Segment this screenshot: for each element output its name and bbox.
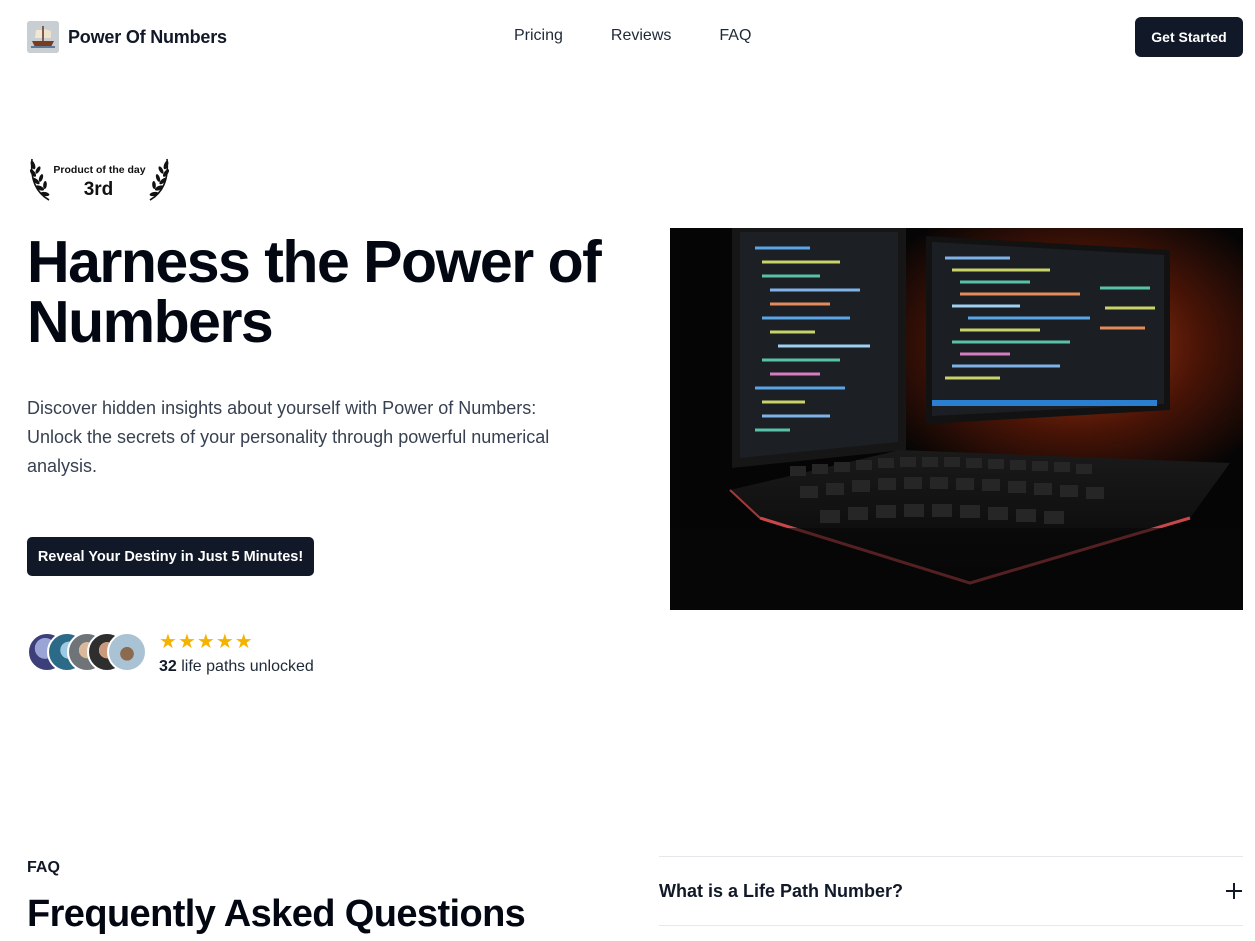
ship-logo-icon [27, 21, 59, 53]
plus-icon[interactable] [1226, 883, 1242, 899]
star-icon: ★ [215, 631, 234, 653]
hero-description: Discover hidden insights about yourself … [27, 398, 550, 476]
unlocked-label: life paths unlocked [181, 658, 314, 675]
award-title: Product of the day [53, 164, 146, 176]
faq-list: What is a Life Path Number? [659, 856, 1243, 926]
award-rank: 3rd [83, 179, 114, 200]
faq-eyebrow: FAQ [27, 859, 60, 876]
faq-item[interactable]: What is a Life Path Number? [659, 856, 1243, 926]
unlocked-count: 32 life paths unlocked [159, 658, 314, 676]
site-header: Power Of Numbers Pricing Reviews FAQ Get… [0, 0, 1255, 76]
brand[interactable]: Power Of Numbers [27, 21, 227, 53]
brand-name: Power Of Numbers [68, 26, 227, 47]
nav-reviews[interactable]: Reviews [611, 27, 671, 45]
star-icon: ★ [196, 631, 215, 653]
nav-pricing[interactable]: Pricing [514, 27, 563, 45]
user-avatars [27, 632, 152, 672]
get-started-button[interactable]: Get Started [1135, 17, 1243, 57]
nav-faq[interactable]: FAQ [719, 27, 751, 45]
star-icon: ★ [159, 631, 177, 653]
star-icon: ★ [177, 631, 196, 653]
faq-question: What is a Life Path Number? [659, 880, 904, 901]
faq-title: Frequently Asked Questions [27, 893, 526, 935]
product-of-the-day-badge[interactable]: Product of the day 3rd [27, 155, 172, 203]
reveal-destiny-button[interactable]: Reveal Your Destiny in Just 5 Minutes! [27, 537, 314, 576]
hero-title: Harness the Power of Numbers [27, 229, 602, 355]
unlocked-number: 32 [159, 658, 177, 675]
main-nav: Pricing Reviews FAQ [514, 27, 751, 45]
computer-monitors-keyboard-photo [670, 228, 1243, 610]
hero-image [670, 228, 1243, 610]
star-icon: ★ [234, 631, 253, 653]
rating-stars: ★ ★ ★ ★ ★ [159, 631, 253, 653]
avatar [107, 632, 147, 672]
